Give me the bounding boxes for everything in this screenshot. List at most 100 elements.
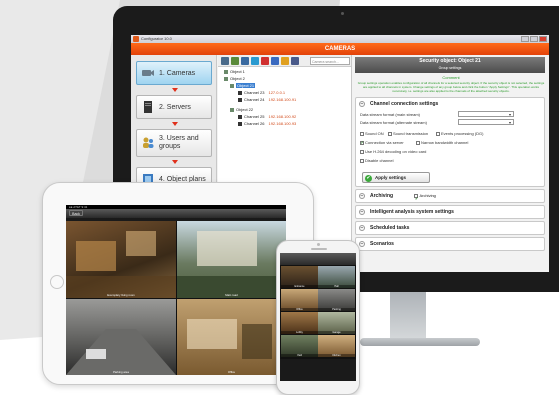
phone-navbar — [280, 253, 356, 265]
window-controls — [521, 36, 547, 42]
camera-tile[interactable]: Yard — [281, 335, 318, 357]
group-settings-subtitle: Group settings — [438, 66, 462, 70]
checkbox[interactable] — [360, 149, 364, 154]
nav-item-cameras[interactable]: 1. Cameras — [136, 61, 212, 85]
camera-tile[interactable]: Entrance — [281, 266, 318, 288]
channel-camera-icon — [238, 90, 242, 95]
tree-item-channel-26[interactable]: Channel 26 192.168.100.93 — [238, 121, 296, 127]
camera-tile[interactable]: Parking — [318, 289, 355, 311]
nav-separator-arrow — [172, 160, 178, 164]
tree-item-channel-25[interactable]: Channel 25 192.168.100.92 — [238, 114, 296, 120]
scenarios-group[interactable]: − Scenarios — [355, 237, 545, 251]
tree-item-channel-24[interactable]: Channel 24 192.168.100.91 — [238, 97, 296, 103]
tablet-home-button — [50, 275, 64, 289]
camera-tile[interactable]: Main road — [177, 221, 286, 298]
camera-tile[interactable]: Exemplary living room — [66, 221, 176, 298]
channel-camera-icon — [238, 121, 242, 126]
back-button[interactable]: Back — [69, 210, 83, 216]
tablet-navbar: Back — [66, 209, 286, 218]
expand-icon[interactable]: − — [359, 193, 365, 199]
checkbox[interactable] — [360, 158, 364, 163]
edit-icon[interactable] — [251, 57, 259, 65]
monitor-stand — [390, 292, 426, 342]
nav-item-label: 3. Users and groups — [159, 135, 199, 150]
copy-icon[interactable] — [241, 57, 249, 65]
camera-tile[interactable]: Hall — [318, 266, 355, 288]
object-icon — [230, 107, 234, 112]
checkbox[interactable] — [416, 140, 420, 145]
nav-item-label: 2. Servers — [159, 103, 191, 111]
add-camera-icon[interactable] — [221, 57, 229, 65]
object-icon — [224, 76, 228, 81]
camera-search-input[interactable]: Camera search... — [310, 57, 350, 65]
comment-text: Group settings operation enables configu… — [357, 81, 545, 93]
tablet-camera-grid: ●● AT&T 9:41 Back Exemplary living room … — [66, 205, 286, 375]
camera-tile[interactable]: Office — [281, 289, 318, 311]
app-icon — [133, 36, 139, 42]
object-icon — [224, 69, 228, 74]
h264-decoding-checkbox[interactable]: Use H.264 decoding on video card — [360, 149, 426, 154]
sound-transmission-checkbox[interactable]: Sound transmission — [388, 131, 428, 136]
disable-channel-checkbox[interactable]: Disable channel — [360, 158, 393, 163]
camera-feed-image — [66, 329, 176, 375]
camera-feed-image — [177, 231, 286, 298]
tree-item-channel-23[interactable]: Channel 23 127.0.0.1 — [238, 90, 285, 96]
nav-separator-arrow — [172, 122, 178, 126]
checkbox[interactable] — [436, 131, 440, 136]
phone-camera — [317, 243, 320, 246]
expand-icon[interactable]: − — [359, 225, 365, 231]
phone-speaker — [311, 248, 327, 250]
channel-camera-icon — [238, 97, 242, 102]
users-icon — [143, 137, 154, 148]
events-processing-checkbox[interactable]: Events processing (DG) — [436, 131, 483, 136]
nav-item-users-groups[interactable]: 3. Users and groups — [136, 129, 212, 157]
save-icon[interactable] — [291, 57, 299, 65]
collapse-icon[interactable]: − — [359, 101, 365, 107]
close-button[interactable] — [539, 36, 547, 42]
nav-separator-arrow — [172, 88, 178, 92]
tree-toolbar: Camera search... — [218, 55, 351, 67]
phone-bottom-bar — [280, 359, 356, 381]
minimize-button[interactable] — [521, 36, 529, 42]
checkbox-checked[interactable] — [360, 140, 364, 145]
camera-tile[interactable]: Parking area — [66, 299, 176, 375]
channel-camera-icon — [238, 114, 242, 119]
nav-item-servers[interactable]: 2. Servers — [136, 95, 212, 119]
tree-item-object-2[interactable]: Object 2 — [224, 76, 245, 82]
checkbox[interactable] — [360, 131, 364, 136]
narrow-bandwidth-checkbox[interactable]: Narrow bandwidth channel — [416, 140, 468, 145]
camera-tile[interactable]: Office — [177, 299, 286, 375]
maximize-button[interactable] — [530, 36, 538, 42]
data-stream-alt-select[interactable] — [458, 119, 514, 125]
tree-item-object-21[interactable]: Object 21 — [230, 83, 256, 89]
sound-on-checkbox[interactable]: Sound ON — [360, 131, 384, 136]
archiving-checkbox[interactable]: Archiving — [414, 193, 436, 205]
window-titlebar: Configurator 10.0 — [131, 35, 549, 43]
expand-icon[interactable]: − — [359, 209, 365, 215]
camera-tile[interactable]: Kitchen — [318, 335, 355, 357]
intelligent-analysis-group[interactable]: − Intelligent analysis system settings — [355, 205, 545, 219]
nav-item-label: 1. Cameras — [159, 69, 196, 77]
refresh-icon[interactable] — [271, 57, 279, 65]
delete-icon[interactable] — [261, 57, 269, 65]
tree-item-object-1[interactable]: Object 1 — [224, 69, 245, 75]
data-stream-alt-label: Data stream format (alternate stream) — [360, 120, 427, 125]
data-stream-main-label: Data stream format (main stream) — [360, 112, 421, 117]
camera-tile[interactable]: Garage — [318, 312, 355, 334]
expand-icon[interactable]: − — [359, 241, 365, 247]
data-stream-main-select[interactable] — [458, 111, 514, 117]
comment-title: Comment — [442, 75, 460, 80]
archiving-title: Archiving — [370, 193, 394, 199]
folder-icon[interactable] — [281, 57, 289, 65]
camera-tile[interactable]: Lobby — [281, 312, 318, 334]
properties-pane: Security object: Object 21 Group setting… — [353, 55, 549, 272]
checkbox[interactable] — [388, 131, 392, 136]
channel-connection-header[interactable]: − Channel connection settings — [356, 98, 544, 110]
connection-via-server-checkbox[interactable]: Connection via server — [360, 140, 404, 145]
add-object-icon[interactable] — [231, 57, 239, 65]
scheduled-tasks-group[interactable]: − Scheduled tasks — [355, 221, 545, 235]
archiving-group[interactable]: − Archiving Archiving — [355, 189, 545, 205]
window-title: Configurator 10.0 — [141, 36, 172, 41]
tree-item-object-22[interactable]: Object 22 — [230, 107, 253, 113]
apply-settings-button[interactable]: ✔ Apply settings — [362, 172, 430, 183]
